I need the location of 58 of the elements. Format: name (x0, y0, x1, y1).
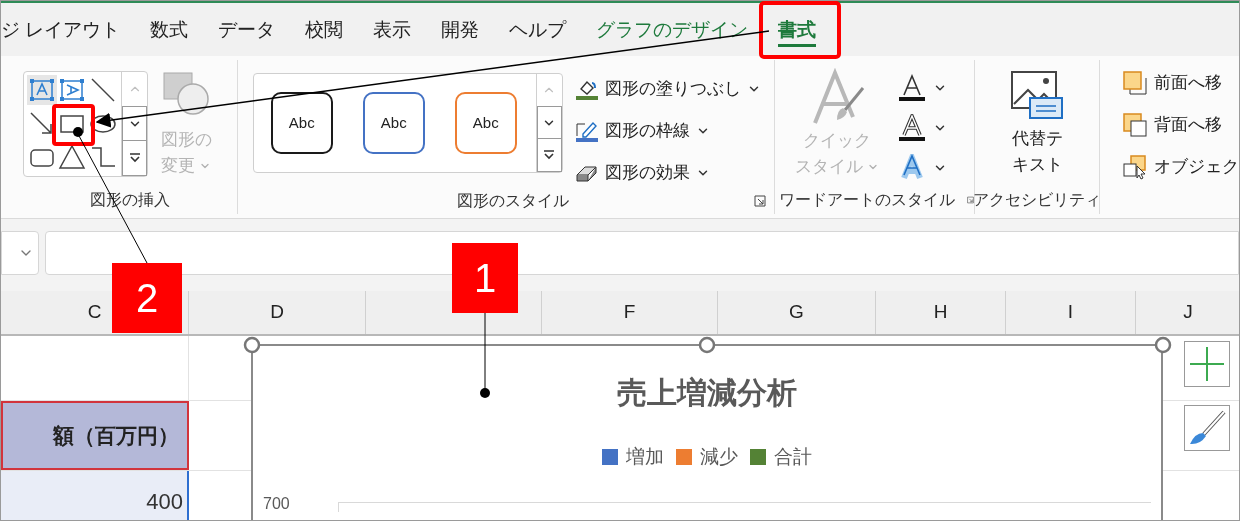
ribbon-tab[interactable]: 書式 (778, 15, 817, 47)
add-chart-element-button[interactable] (1184, 341, 1230, 387)
table-cell[interactable]: 400 (1, 471, 189, 520)
group-label: アクセシビリティ (973, 190, 1101, 210)
more-button[interactable] (536, 139, 562, 172)
column-header[interactable]: C (87, 298, 102, 327)
alt-text-button[interactable]: 代替テ キスト (1010, 70, 1064, 186)
ribbon-command[interactable]: 図形の塗りつぶし (574, 75, 761, 103)
ribbon-tab[interactable]: ヘルプ (509, 15, 567, 47)
chart-styles-button[interactable] (1184, 405, 1230, 451)
ribbon-command[interactable]: 背面へ移 (1122, 111, 1239, 139)
paintbrush-icon (1188, 410, 1226, 446)
shape-style-preset[interactable]: Abc (270, 92, 333, 154)
column-header[interactable]: J (1183, 298, 1193, 327)
column-header[interactable]: F (623, 298, 636, 327)
column-header[interactable]: D (270, 298, 284, 327)
group-label: ワードアートのスタイル (779, 190, 955, 210)
pen-outline-icon (574, 119, 599, 143)
plus-icon (1189, 346, 1225, 382)
expand-icon (128, 153, 141, 164)
legend-label: 増加 (626, 445, 664, 469)
picture-caption-icon (1010, 70, 1064, 120)
ribbon-command[interactable]: 前面へ移 (1122, 69, 1239, 97)
axis-label: 700 (263, 495, 290, 512)
dialog-launcher-icon[interactable] (754, 195, 766, 207)
chart-area[interactable]: 売上増減分析 増加 減少 合計 700 (251, 344, 1163, 520)
ribbon-command[interactable]: オブジェク (1122, 153, 1239, 181)
column-header[interactable]: H (933, 298, 948, 327)
ribbon-tab[interactable]: 表示 (373, 15, 412, 47)
shape-style-preset[interactable]: Abc (454, 92, 517, 154)
highlight-frame (52, 104, 95, 146)
group-label: 図形のスタイル (457, 191, 570, 211)
shape-change-icon (160, 71, 212, 117)
ribbon-tab[interactable]: ジ レイアウト (1, 15, 121, 47)
callout-number: 1 (452, 243, 518, 313)
ribbon-tab[interactable]: 数式 (150, 15, 189, 47)
legend-label: 減少 (700, 445, 738, 469)
resize-handle[interactable] (1154, 336, 1172, 354)
scroll-down-button[interactable] (122, 105, 147, 142)
column-header[interactable]: G (789, 298, 804, 327)
ribbon-tab[interactable]: データ (218, 15, 276, 47)
layer-front-icon (1122, 70, 1148, 96)
chart-title: 売上増減分析 (617, 375, 797, 411)
ribbon-tab[interactable]: 開発 (441, 15, 480, 47)
more-button[interactable] (122, 141, 147, 176)
callout-number: 2 (112, 263, 182, 333)
layer-back-icon (1122, 112, 1148, 138)
ribbon-tab[interactable]: 校閲 (305, 15, 344, 47)
column-header[interactable]: I (1067, 298, 1074, 327)
ribbon-command[interactable]: 図形の枠線 (574, 117, 761, 145)
selection-pointer-icon (1122, 154, 1148, 180)
expand-icon (543, 150, 556, 161)
legend-label: 合計 (774, 445, 812, 469)
table-cell[interactable]: 額（百万円） (1, 401, 189, 470)
resize-handle[interactable] (698, 336, 716, 354)
shape-style-preset[interactable]: Abc (362, 92, 425, 154)
resize-handle[interactable] (243, 336, 261, 354)
ribbon-command[interactable]: 図形の効果 (574, 159, 761, 187)
